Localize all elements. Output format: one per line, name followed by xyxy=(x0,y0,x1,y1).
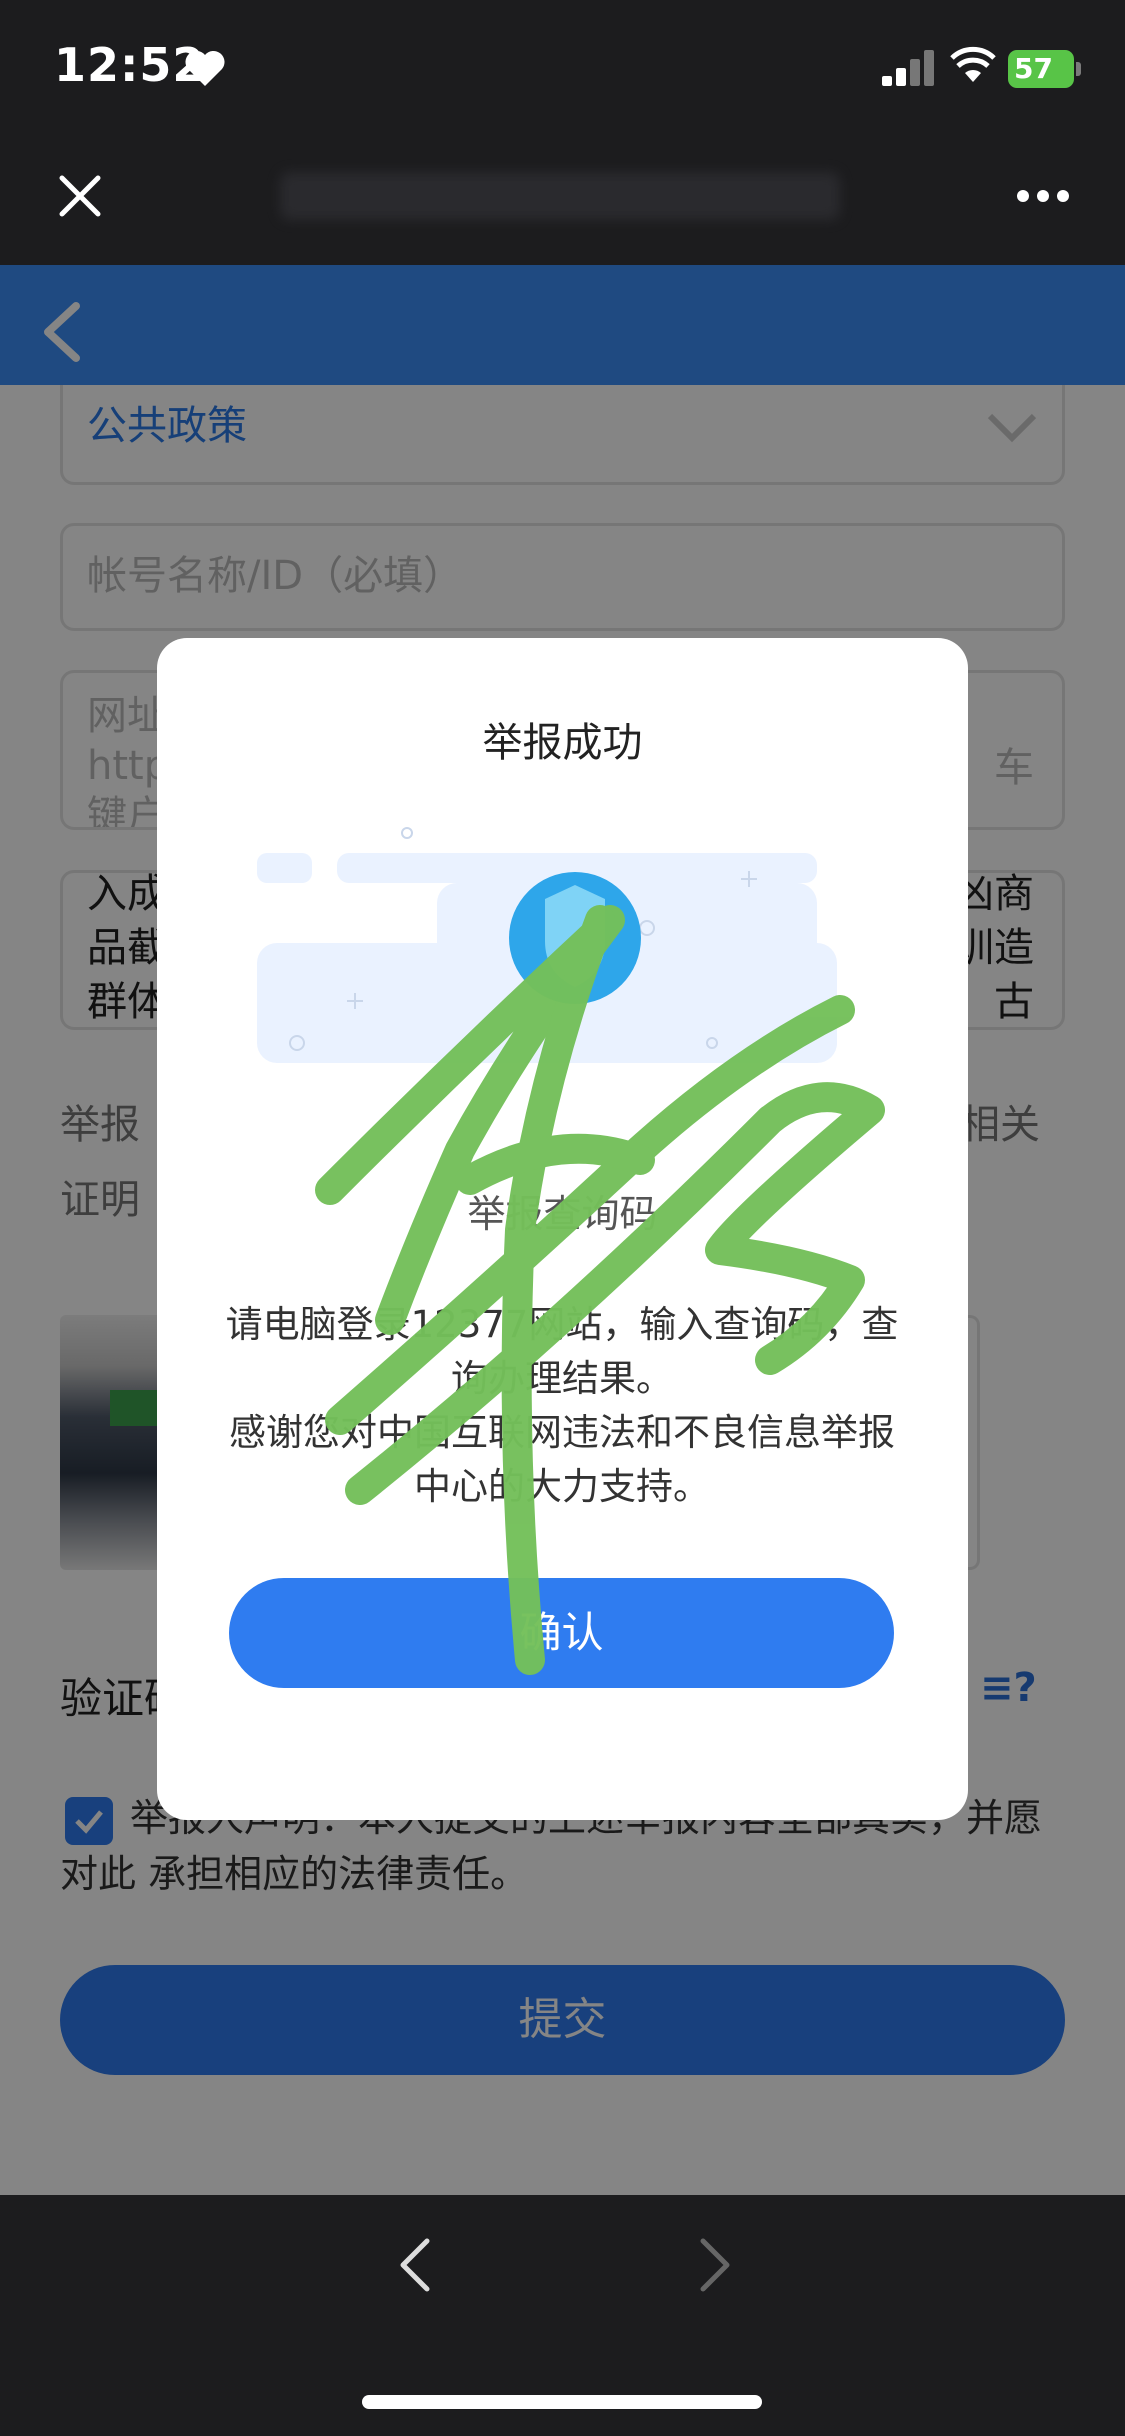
battery-tip xyxy=(1076,62,1081,76)
query-code-label: 举报查询码 xyxy=(467,1192,658,1236)
browser-forward-icon[interactable] xyxy=(695,2235,735,2295)
heart-icon xyxy=(185,50,225,86)
success-modal: 举报成功 举报查询码 请电脑登录12377网站，输入查询码，查询办理结果。 感谢… xyxy=(157,638,968,1820)
modal-message-line1: 请电脑登录12377网站，输入查询码，查询办理结果。 xyxy=(225,1303,899,1400)
wifi-icon xyxy=(950,46,996,82)
modal-title: 举报成功 xyxy=(482,720,643,766)
confirm-button[interactable]: 确认 xyxy=(229,1578,894,1688)
status-time: 12:52 xyxy=(54,38,206,92)
status-bar: 12:52 57 xyxy=(0,0,1125,140)
success-illustration xyxy=(257,827,837,1063)
home-indicator xyxy=(362,2395,762,2409)
browser-back-icon[interactable] xyxy=(395,2235,435,2295)
modal-message: 请电脑登录12377网站，输入查询码，查询办理结果。 感谢您对中国互联网违法和不… xyxy=(217,1298,907,1514)
more-icon[interactable] xyxy=(1015,188,1071,204)
modal-message-line2: 感谢您对中国互联网违法和不良信息举报中心的大力支持。 xyxy=(229,1411,895,1508)
close-icon[interactable] xyxy=(56,172,104,220)
blurred-page-title xyxy=(280,172,840,220)
battery-level: 57 xyxy=(1008,50,1074,88)
signal-icon xyxy=(882,50,934,86)
battery-icon: 57 xyxy=(1008,50,1082,88)
